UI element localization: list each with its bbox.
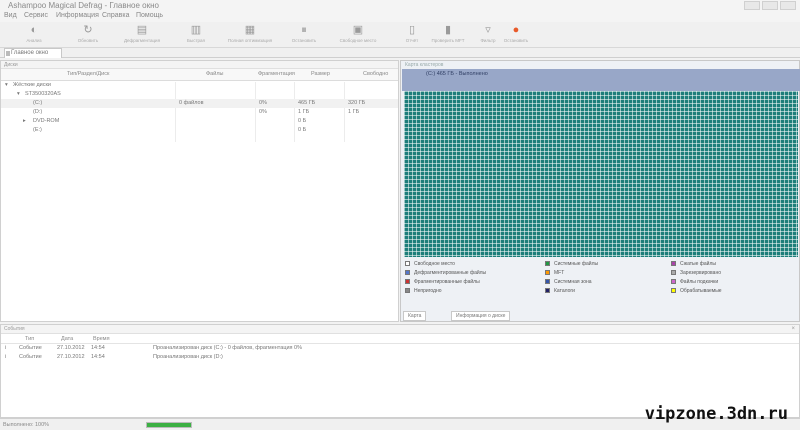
progress-bar [146,422,192,428]
maximize-button[interactable] [762,1,778,10]
tab-icon [6,51,10,56]
pause-icon: ⏸ [301,24,307,36]
event-log-caption: События × [1,325,799,334]
col-size[interactable]: Размер [311,71,330,77]
tab-main[interactable]: Главное окно [4,48,62,58]
cluster-map-pane: Карта кластеров (C:) 465 ГБ - Выполнено … [400,60,800,322]
col-frag[interactable]: Фрагментация [258,71,295,77]
map-tabs: Карта Информация о диске [403,311,799,321]
drive-row[interactable]: (D:) 0% 1 ГБ 1 ГБ [1,108,398,117]
refresh-icon: ↻ [83,24,93,36]
defrag-icon: ▤ [136,24,148,36]
menu-bar: Вид Сервис Информация Справка Помощь [0,12,800,22]
expand-icon[interactable]: ▾ [5,82,8,88]
drive-row[interactable]: (C:) 0 файлов 0% 465 ГБ 320 ГБ [1,99,398,108]
log-row[interactable]: i Событие 27.10.2012 14:54 Проанализиров… [1,353,799,362]
optimize-icon: ▦ [244,24,256,36]
legend-item: Сжатые файлы [671,261,716,268]
legend-item: Дефрагментированные файлы [405,270,486,277]
drive-list-caption: Диски [1,61,398,69]
legend-item: Системные файлы [545,261,598,268]
defrag-button[interactable]: ▤ Дефрагментация [116,23,168,47]
event-log-header: Тип Дата Время [1,334,799,344]
col-files[interactable]: Файлы [206,71,223,77]
analyze-icon: ◐ [30,24,38,36]
report-icon: ▯ [408,24,416,36]
drive-row[interactable]: ▸ DVD-ROM 0 Б [1,117,398,126]
col-name[interactable]: Тип/Раздел/Диск [67,71,109,77]
legend-item: MFT [545,270,564,277]
tab-strip: Главное окно [0,48,800,58]
map-title: (C:) 465 ГБ - Выполнено [426,71,488,77]
drive-row[interactable]: (E:) 0 Б [1,126,398,135]
drive-row[interactable]: ▾ ST3500320AS [1,90,398,99]
tab-map[interactable]: Карта [403,311,427,321]
pause-button[interactable]: ⏸ Остановить [278,23,330,47]
legend-item: Свободное место [405,261,455,268]
legend-item: Зарезервировано [671,270,721,277]
log-row[interactable]: i Событие 27.10.2012 14:54 Проанализиров… [1,344,799,353]
toolbar: ◐ Анализ ↻ Обновить ▤ Дефрагментация ▥ Быстр… [0,22,800,48]
cluster-map-caption: Карта кластеров [401,61,799,69]
menu-item-support[interactable]: Помощь [136,12,163,19]
col-date[interactable]: Дата [61,336,73,342]
stop-button[interactable]: ● Остановить [490,23,542,47]
col-type[interactable]: Тип [25,336,34,342]
minimize-button[interactable] [744,1,760,10]
drive-list-header: Тип/Раздел/Диск Файлы Фрагментация Разме… [1,69,398,81]
drive-list-pane: Диски Тип/Раздел/Диск Файлы Фрагментация… [0,60,399,322]
menu-item-service[interactable]: Сервис [24,12,48,19]
fast-icon: ▥ [190,24,202,36]
close-button[interactable] [780,1,796,10]
menu-item-help[interactable]: Справка [102,12,129,19]
close-icon[interactable]: × [791,325,795,334]
menu-item-info[interactable]: Информация [56,12,99,19]
optimize-button[interactable]: ▦ Полная оптимизация [224,23,276,47]
refresh-button[interactable]: ↻ Обновить [62,23,114,47]
free-space-icon: ▣ [352,24,364,36]
cluster-map[interactable] [404,91,798,257]
window-title: Ashampoo Magical Defrag - Главное окно [8,1,159,10]
col-time[interactable]: Время [93,336,110,342]
menu-item-view[interactable]: Вид [4,12,17,19]
legend-item: Непригодно [405,288,442,295]
legend-item: Системная зона [545,279,592,286]
map-header: (C:) 465 ГБ - Выполнено [402,69,800,91]
legend-item: Каталоги [545,288,575,295]
drive-row[interactable]: ▾ Жёсткие диски [1,81,398,90]
tab-disk-info[interactable]: Информация о диске [451,311,511,321]
map-legend: Свободное место Дефрагментированные файл… [405,261,797,309]
analyze-button[interactable]: ◐ Анализ [8,23,60,47]
status-text: Выполнено: 100% [3,422,50,428]
legend-item: Фрагментированные файлы [405,279,480,286]
info-icon: i [5,354,7,360]
stop-icon: ● [512,24,520,36]
free-space-button[interactable]: ▣ Свободное место [332,23,384,47]
progress-fill [147,423,191,427]
mft-icon: ▮ [444,24,452,36]
fast-defrag-button[interactable]: ▥ Быстрая [170,23,222,47]
expand-icon[interactable]: ▸ [23,118,26,124]
legend-item: Обрабатываемые [671,288,722,295]
legend-item: Файлы подкачки [671,279,718,286]
watermark: vipzone.3dn.ru [644,404,788,424]
title-bar: Ashampoo Magical Defrag - Главное окно [0,0,800,12]
expand-icon[interactable]: ▾ [17,91,20,97]
info-icon: i [5,345,7,351]
col-free[interactable]: Свободно [363,71,388,77]
